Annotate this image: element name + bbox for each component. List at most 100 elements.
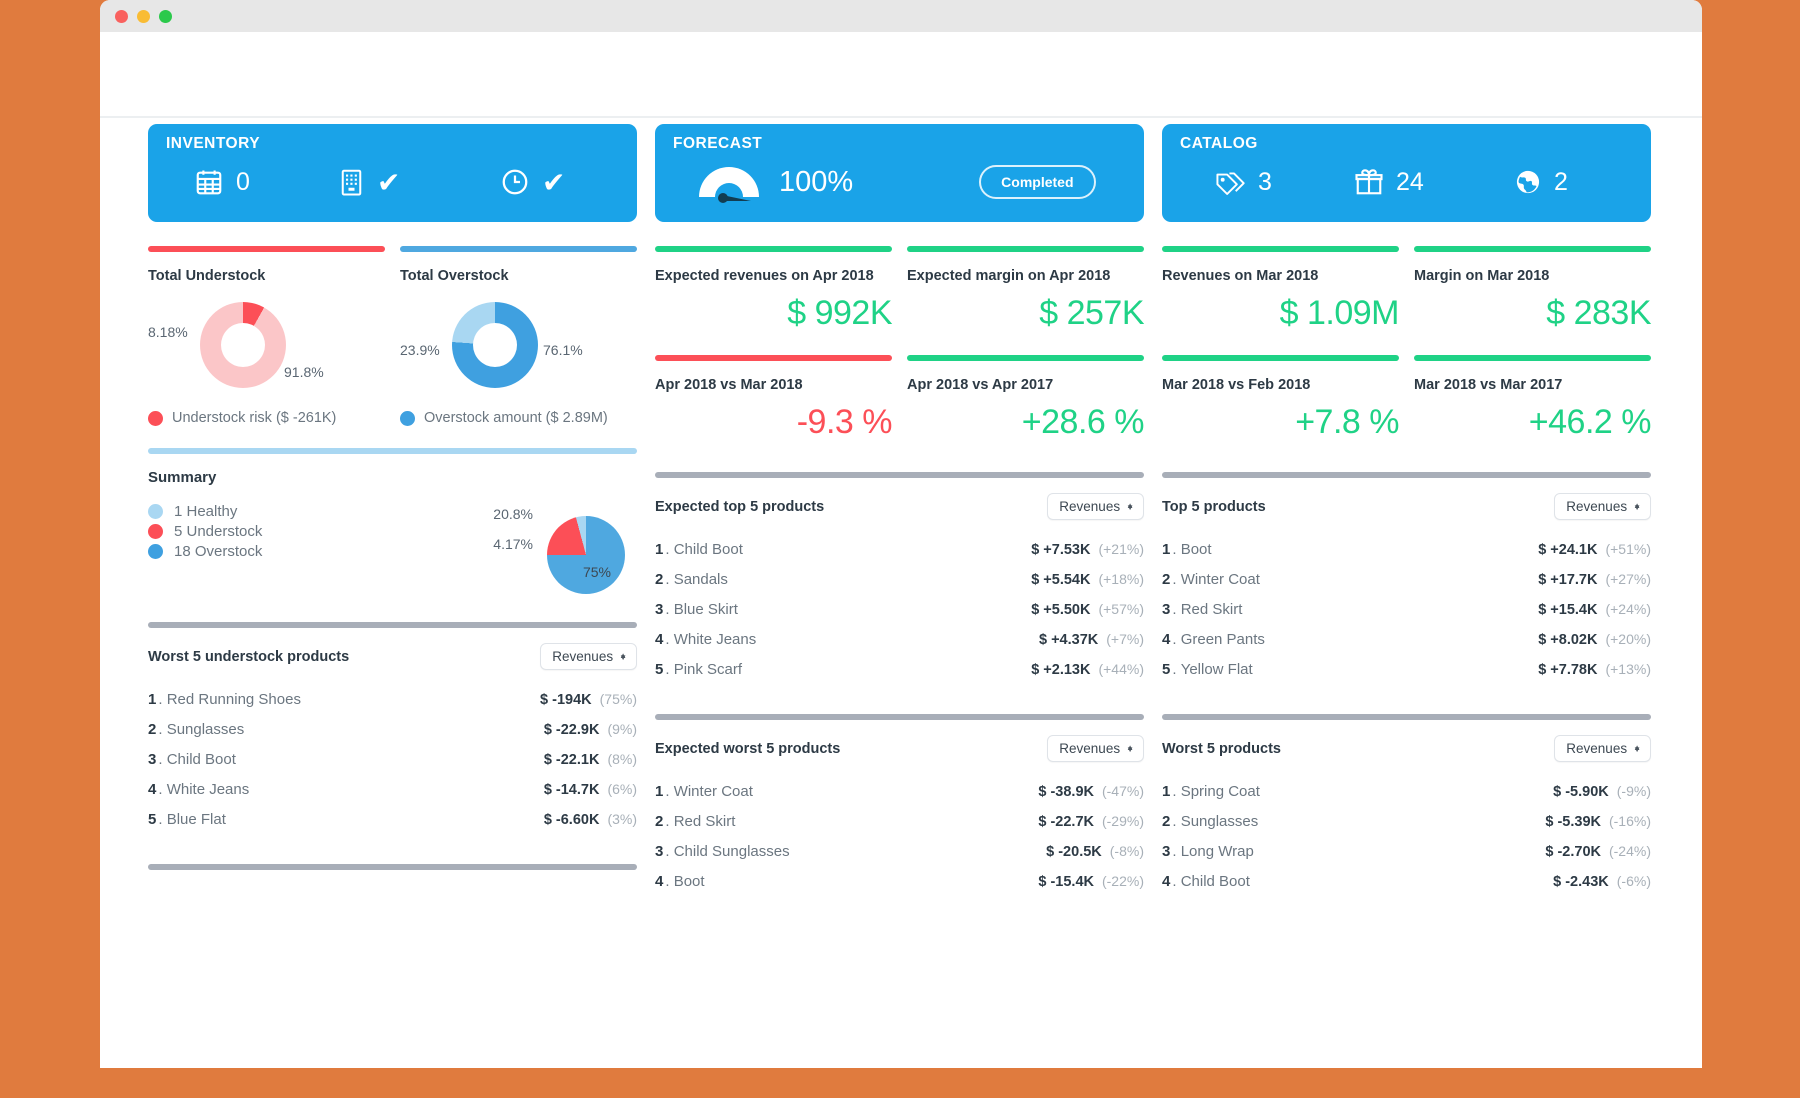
- inventory-stat-clock: ✔: [476, 166, 565, 199]
- row-index: 1: [148, 690, 157, 708]
- list-item[interactable]: 1. Child Boot $ +7.53K (+21%): [655, 534, 1144, 564]
- worst-understock-sort-select[interactable]: Revenues ▲ ▼: [540, 643, 637, 670]
- row-name: Red Skirt: [673, 812, 736, 830]
- metric-bar: [655, 355, 892, 361]
- row-index: 1: [1162, 540, 1171, 558]
- list-item[interactable]: 4. White Jeans $ -14.7K (6%): [148, 774, 637, 804]
- worst-understock-header: Worst 5 understock products Revenues ▲ ▼: [148, 643, 637, 670]
- metric-value: $ 1.09M: [1279, 294, 1400, 332]
- row-name: Green Pants: [1180, 630, 1265, 648]
- revenues-mar-metric: Revenues on Mar 2018 $ 1.09M: [1162, 246, 1400, 333]
- overstock-legend-label: Overstock amount ($ 2.89M): [424, 410, 608, 426]
- row-index: 2: [655, 570, 664, 588]
- overstock-donut-cell: 23.9% 76.1%: [400, 302, 637, 398]
- catalog-worst5-header: Worst 5 products Revenues ▲ ▼: [1162, 735, 1651, 762]
- tags-icon: [1214, 168, 1246, 196]
- expected-revenues-metric: Expected revenues on Apr 2018 $ 992K: [655, 246, 893, 333]
- list-item[interactable]: 3. Blue Skirt $ +5.50K (+57%): [655, 594, 1144, 624]
- expected-worst5-header: Expected worst 5 products Revenues ▲ ▼: [655, 735, 1144, 762]
- legend-dot-icon: [400, 410, 415, 426]
- chevron-updown-icon: ▲ ▼: [1633, 500, 1641, 512]
- forecast-column: FORECAST 100% Completed Expected revenue…: [655, 124, 1145, 896]
- close-button[interactable]: [115, 9, 128, 23]
- stock-metric-bars: Total Understock Total Overstock: [148, 246, 637, 284]
- minimize-button[interactable]: [137, 9, 150, 23]
- inventory-card-title: INVENTORY: [166, 135, 261, 152]
- overstock-pct-small: 23.9%: [400, 342, 440, 358]
- list-item[interactable]: 5. Pink Scarf $ +2.13K (+44%): [655, 654, 1144, 684]
- overstock-donut-chart: [452, 302, 538, 388]
- forecast-card: FORECAST 100% Completed: [655, 124, 1144, 222]
- nav-bar: Dashboard Catalog Inventory Activity Imp…: [100, 32, 1702, 176]
- list-item[interactable]: 3. Child Sunglasses $ -20.5K (-8%): [655, 836, 1144, 866]
- metric-value: -9.3 %: [796, 403, 893, 441]
- list-item[interactable]: 4. Boot $ -15.4K (-22%): [655, 866, 1144, 896]
- row-name: White Jeans: [166, 780, 250, 798]
- list-item[interactable]: 2. Red Skirt $ -22.7K (-29%): [655, 806, 1144, 836]
- list-item[interactable]: 4. Child Boot $ -2.43K (-6%): [1162, 866, 1651, 896]
- list-item[interactable]: 1. Boot $ +24.1K (+51%): [1162, 534, 1651, 564]
- metric-value: $ 992K: [787, 294, 892, 332]
- expected-top5-sort-select[interactable]: Revenues ▲ ▼: [1047, 493, 1144, 520]
- row-name: Child Boot: [166, 750, 236, 768]
- row-name: Winter Coat: [673, 782, 753, 800]
- list-item[interactable]: 5. Blue Flat $ -6.60K (3%): [148, 804, 637, 834]
- row-percent: (9%): [607, 720, 637, 737]
- row-amount: $ +7.53K: [1031, 541, 1091, 558]
- list-item[interactable]: 1. Red Running Shoes $ -194K (75%): [148, 684, 637, 714]
- row-index: 5: [148, 810, 157, 828]
- catalog-top5-divider-bar: [1162, 472, 1651, 478]
- list-item[interactable]: 2. Winter Coat $ +17.7K (+27%): [1162, 564, 1651, 594]
- apr-vs-mar-metric: Apr 2018 vs Mar 2018 -9.3 %: [655, 355, 893, 442]
- desktop-background: Dashboard Catalog Inventory Activity Imp…: [0, 0, 1800, 1098]
- metric-bar: [907, 355, 1144, 361]
- catalog-card-title: CATALOG: [1180, 135, 1258, 152]
- catalog-column: CATALOG 3 24 2 Revenues on Mar 2018 $ 1.…: [1162, 124, 1652, 896]
- forecast-metrics-row2: Apr 2018 vs Mar 2018 -9.3 % Apr 2018 vs …: [655, 355, 1145, 442]
- row-percent: (+7%): [1106, 630, 1144, 647]
- sort-select-label: Revenues: [1566, 499, 1628, 514]
- catalog-stat-gifts: 24: [1332, 167, 1490, 197]
- list-item[interactable]: 4. Green Pants $ +8.02K (+20%): [1162, 624, 1651, 654]
- metric-bar: [1414, 355, 1651, 361]
- chevron-updown-icon: ▲ ▼: [1633, 742, 1641, 754]
- list-item[interactable]: 2. Sandals $ +5.54K (+18%): [655, 564, 1144, 594]
- list-item[interactable]: 3. Red Skirt $ +15.4K (+24%): [1162, 594, 1651, 624]
- overstock-bar: [400, 246, 637, 252]
- building-icon: [338, 167, 365, 197]
- list-item[interactable]: 4. White Jeans $ +4.37K (+7%): [655, 624, 1144, 654]
- row-amount: $ +5.50K: [1031, 601, 1091, 618]
- catalog-worst5-sort-select[interactable]: Revenues ▲ ▼: [1554, 735, 1651, 762]
- catalog-stat-value: 2: [1554, 167, 1568, 196]
- catalog-stat-markets: 2: [1490, 168, 1568, 197]
- forecast-status-badge: Completed: [979, 165, 1096, 199]
- list-item[interactable]: 3. Long Wrap $ -2.70K (-24%): [1162, 836, 1651, 866]
- margin-mar-metric: Margin on Mar 2018 $ 283K: [1414, 246, 1652, 333]
- expected-margin-metric: Expected margin on Apr 2018 $ 257K: [907, 246, 1145, 333]
- clock-icon: [500, 167, 530, 197]
- forecast-gauge-row: 100% Completed: [673, 153, 1126, 211]
- row-index: 4: [655, 872, 664, 890]
- maximize-button[interactable]: [159, 9, 172, 23]
- forecast-worst5-divider-bar: [655, 714, 1144, 720]
- catalog-top5-sort-select[interactable]: Revenues ▲ ▼: [1554, 493, 1651, 520]
- row-index: 2: [148, 720, 157, 738]
- legend-dot-icon: [148, 544, 163, 559]
- list-item[interactable]: 5. Yellow Flat $ +7.78K (+13%): [1162, 654, 1651, 684]
- list-item[interactable]: 3. Child Boot $ -22.1K (8%): [148, 744, 637, 774]
- list-item[interactable]: 2. Sunglasses $ -5.39K (-16%): [1162, 806, 1651, 836]
- list-item[interactable]: 2. Sunglasses $ -22.9K (9%): [148, 714, 637, 744]
- catalog-stat-tags: 3: [1180, 168, 1332, 197]
- understock-donut-chart: [200, 302, 286, 388]
- row-percent: (+24%): [1605, 600, 1651, 617]
- list-item[interactable]: 1. Winter Coat $ -38.9K (-47%): [655, 776, 1144, 806]
- row-percent: (-29%): [1101, 812, 1144, 829]
- row-amount: $ +5.54K: [1031, 571, 1091, 588]
- list-item[interactable]: 1. Spring Coat $ -5.90K (-9%): [1162, 776, 1651, 806]
- row-percent: (+44%): [1098, 660, 1144, 677]
- worst-understock-divider-bar: [148, 622, 637, 628]
- forecast-top5-divider-bar: [655, 472, 1144, 478]
- understock-bar: [148, 246, 385, 252]
- understock-pct-large: 91.8%: [284, 364, 324, 380]
- expected-worst5-sort-select[interactable]: Revenues ▲ ▼: [1047, 735, 1144, 762]
